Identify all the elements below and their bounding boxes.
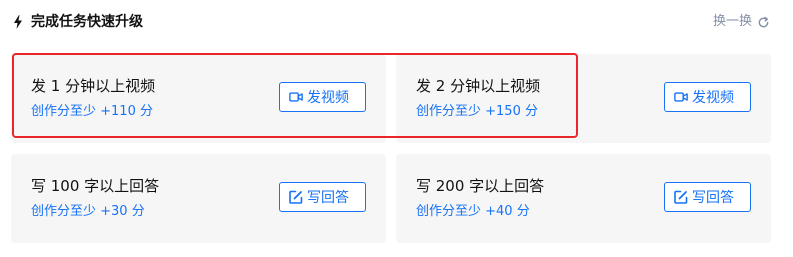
button-label: 写回答 <box>692 190 734 206</box>
task-title: 发 2 分钟以上视频 <box>416 77 541 95</box>
section-header: 完成任务快速升级 换一换 <box>0 0 793 46</box>
task-card-answer-200: 写 200 字以上回答 创作分至少 +40 分 写回答 <box>396 154 771 243</box>
edit-icon <box>674 190 688 204</box>
task-reward: 创作分至少 +150 分 <box>416 104 538 119</box>
edit-icon <box>289 190 303 204</box>
post-video-button[interactable]: 发视频 <box>279 82 366 112</box>
section-title: 完成任务快速升级 <box>31 14 143 30</box>
refresh-button[interactable]: 换一换 <box>713 12 770 32</box>
refresh-icon <box>758 16 769 27</box>
button-label: 写回答 <box>307 190 349 206</box>
video-icon <box>289 92 303 102</box>
lightning-icon <box>14 15 22 29</box>
write-answer-button[interactable]: 写回答 <box>279 182 366 212</box>
refresh-label: 换一换 <box>712 14 752 29</box>
task-reward: 创作分至少 +40 分 <box>416 204 530 219</box>
post-video-button[interactable]: 发视频 <box>664 82 751 112</box>
task-title: 发 1 分钟以上视频 <box>31 77 156 95</box>
write-answer-button[interactable]: 写回答 <box>664 182 751 212</box>
task-card-answer-100: 写 100 字以上回答 创作分至少 +30 分 写回答 <box>11 154 386 243</box>
button-label: 发视频 <box>307 90 349 106</box>
task-card-video-1min: 发 1 分钟以上视频 创作分至少 +110 分 发视频 <box>11 54 386 143</box>
button-label: 发视频 <box>692 90 734 106</box>
task-title: 写 100 字以上回答 <box>31 177 160 195</box>
task-card-video-2min: 发 2 分钟以上视频 创作分至少 +150 分 发视频 <box>396 54 771 143</box>
video-icon <box>674 92 688 102</box>
task-reward: 创作分至少 +110 分 <box>31 104 153 119</box>
task-title: 写 200 字以上回答 <box>416 177 545 195</box>
task-reward: 创作分至少 +30 分 <box>31 204 145 219</box>
